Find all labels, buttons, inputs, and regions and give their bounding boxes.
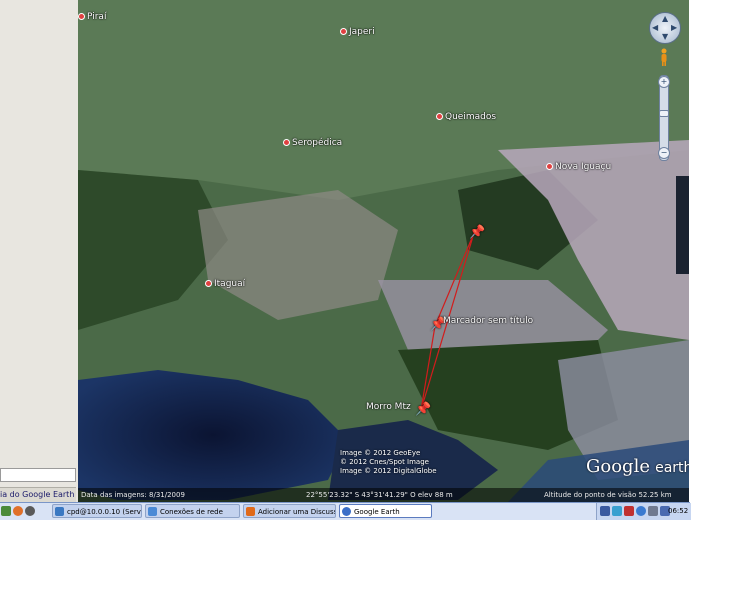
zoom-out-button[interactable]: − (658, 147, 670, 159)
city-marker-icon (340, 28, 347, 35)
google-earth-icon (342, 507, 351, 516)
taskbar-button-cpd[interactable]: cpd@10.0.0.10 (Servido... (52, 504, 142, 518)
pushpin-icon[interactable]: 📌 (469, 226, 485, 239)
credit-line: Image © 2012 DigitalGlobe (340, 467, 437, 475)
place-label-japeri[interactable]: Japeri (340, 27, 375, 37)
eye-altitude: Altitude do ponto de visão 52.25 km (544, 491, 672, 499)
place-label-nova-iguacu[interactable]: Nova Iguaçu (546, 162, 611, 172)
place-label-itaguai[interactable]: Itaguaí (205, 279, 245, 289)
tray-app-icon[interactable] (600, 506, 610, 516)
zoom-slider-thumb[interactable] (659, 110, 669, 117)
map-viewport[interactable]: Piraí Japeri Queimados Seropédica Nova I… (78, 0, 689, 502)
imagery-credits: Image © 2012 GeoEye © 2012 Cnes/Spot Ima… (340, 449, 437, 476)
quicklaunch-firefox-icon[interactable] (13, 506, 23, 516)
windows-taskbar: cpd@10.0.0.10 (Servido... Conexões de re… (0, 502, 691, 520)
arrow-down-icon[interactable]: ▼ (662, 32, 668, 41)
places-search-box[interactable] (0, 468, 76, 482)
taskbar-button-google-earth[interactable]: Google Earth (339, 504, 432, 518)
arrow-right-icon[interactable]: ▶ (671, 23, 677, 32)
earth-gallery-link[interactable]: ia do Google Earth » (0, 487, 76, 502)
place-label-pirai[interactable]: Piraí (78, 12, 106, 22)
taskbar-button-adicionar[interactable]: Adicionar uma Discussão ... (243, 504, 336, 518)
google-earth-logo: Google earth (586, 456, 689, 477)
placemark-label-morro[interactable]: Morro Mtz (366, 402, 411, 412)
city-marker-icon (205, 280, 212, 287)
left-sidebar-panel: ia do Google Earth » (0, 0, 79, 502)
pointer-coordinates: 22°55'23.32" S 43°31'41.29" O elev 88 m (306, 491, 453, 499)
gallery-link-label[interactable]: ia do Google Earth (0, 490, 74, 499)
network-icon (148, 507, 157, 516)
browser-icon (246, 507, 255, 516)
tray-antivirus-icon[interactable] (624, 506, 634, 516)
map-status-bar: Data das imagens: 8/31/2009 22°55'23.32"… (78, 488, 689, 502)
quicklaunch-desktop-icon[interactable] (1, 506, 11, 516)
tray-network-icon[interactable] (612, 506, 622, 516)
credit-line: © 2012 Cnes/Spot Image (340, 458, 429, 466)
place-label-queimados[interactable]: Queimados (436, 112, 496, 122)
pushpin-icon[interactable]: 📌 (415, 403, 431, 416)
city-marker-icon (546, 163, 553, 170)
imagery-date: Data das imagens: 8/31/2009 (81, 491, 185, 499)
credit-line: Image © 2012 GeoEye (340, 449, 421, 457)
arrow-left-icon[interactable]: ◀ (652, 23, 658, 32)
tray-security-icon[interactable] (636, 506, 646, 516)
city-marker-icon (436, 113, 443, 120)
pegman-icon[interactable] (659, 48, 669, 66)
quicklaunch-media-icon[interactable] (25, 506, 35, 516)
map-edge-strip (676, 176, 689, 274)
terminal-icon (55, 507, 64, 516)
placemark-label-marcador[interactable]: Marcador sem título (443, 316, 533, 326)
navigation-compass[interactable]: ▲ ▼ ◀ ▶ (649, 12, 681, 44)
zoom-in-button[interactable]: + (658, 76, 670, 88)
taskbar-button-conexoes[interactable]: Conexões de rede (145, 504, 240, 518)
city-marker-icon (283, 139, 290, 146)
tray-volume-icon[interactable] (648, 506, 658, 516)
arrow-up-icon[interactable]: ▲ (662, 14, 668, 23)
taskbar-clock[interactable]: 06:52 (668, 504, 688, 518)
city-marker-icon (78, 13, 85, 20)
satellite-imagery (78, 0, 689, 502)
place-label-seropedica[interactable]: Seropédica (283, 138, 342, 148)
